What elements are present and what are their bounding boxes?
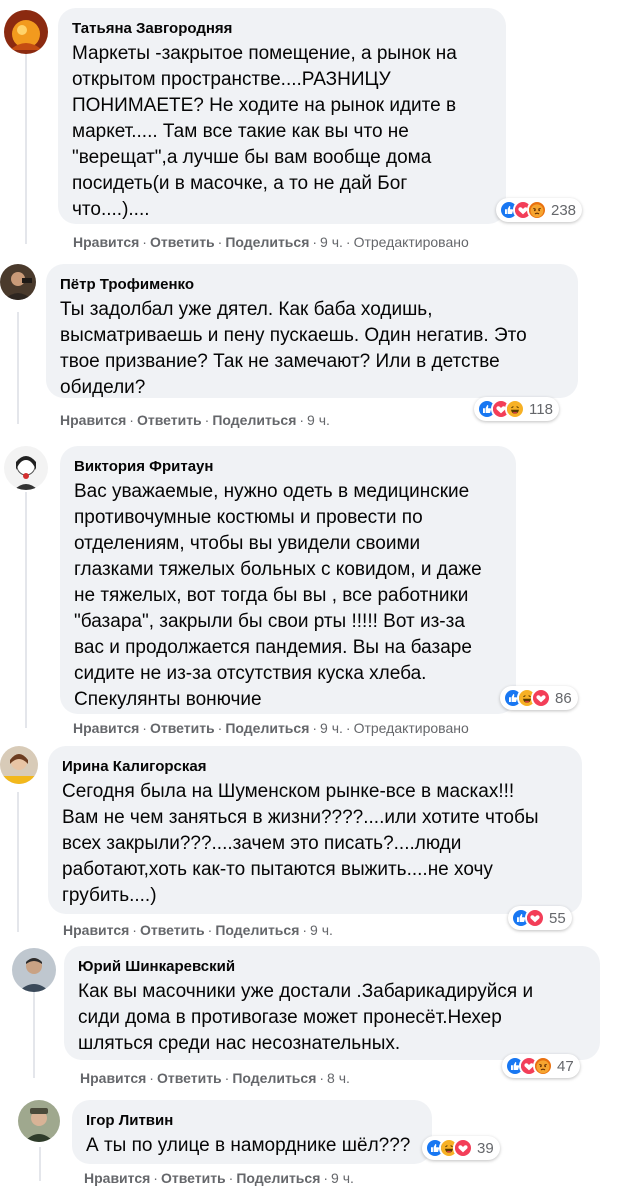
avatar[interactable] — [0, 264, 36, 300]
comment-actions: Нравится · Ответить · Поделиться · 9 ч. — [84, 1170, 354, 1186]
reactions-summary[interactable]: 39 — [422, 1136, 500, 1160]
like-link[interactable]: Нравится — [84, 1170, 150, 1186]
share-link[interactable]: Поделиться — [225, 720, 309, 736]
share-link[interactable]: Поделиться — [236, 1170, 320, 1186]
avatar[interactable] — [18, 1100, 60, 1142]
comment: Пётр Трофименко Ты задолбал уже дятел. К… — [0, 264, 630, 434]
comment-bubble: Виктория Фритаун Вас уважаемые, нужно од… — [60, 446, 516, 714]
comment: Виктория Фритаун Вас уважаемые, нужно од… — [4, 446, 634, 746]
comment-text: Как вы масочники уже достали .Забарикади… — [78, 981, 534, 1054]
comment-text: Ты задолбал уже дятел. Как баба ходишь, … — [60, 299, 527, 398]
edited-label: Отредактировано — [353, 234, 469, 250]
comment: Юрий Шинкаревский Как вы масочники уже д… — [12, 946, 632, 1090]
reaction-count: 39 — [477, 1139, 494, 1157]
comment-time[interactable]: 9 ч. — [310, 922, 333, 938]
reaction-count: 86 — [555, 689, 572, 707]
comment-bubble: Юрий Шинкаревский Как вы масочники уже д… — [64, 946, 600, 1060]
reaction-count: 47 — [557, 1057, 574, 1075]
comment-bubble: Ігор Литвин А ты по улице в наморднике ш… — [72, 1100, 432, 1164]
comment-text: А ты по улице в наморднике шёл??? — [86, 1135, 411, 1156]
haha-reaction-icon — [505, 399, 525, 419]
reply-link[interactable]: Ответить — [150, 720, 215, 736]
comment-bubble: Пётр Трофименко Ты задолбал уже дятел. К… — [46, 264, 578, 398]
reactions-summary[interactable]: 238 — [496, 198, 583, 222]
comment-actions: Нравится · Ответить · Поделиться · 8 ч. — [80, 1070, 350, 1086]
reply-link[interactable]: Ответить — [157, 1070, 222, 1086]
edited-label: Отредактировано — [353, 720, 469, 736]
reply-link[interactable]: Ответить — [140, 922, 205, 938]
like-link[interactable]: Нравится — [80, 1070, 146, 1086]
comment-time[interactable]: 8 ч. — [327, 1070, 350, 1086]
share-link[interactable]: Поделиться — [225, 234, 309, 250]
avatar[interactable] — [4, 10, 48, 54]
comment-time[interactable]: 9 ч. — [307, 412, 330, 428]
reactions-summary[interactable]: 47 — [502, 1054, 580, 1078]
like-link[interactable]: Нравится — [63, 922, 129, 938]
like-link[interactable]: Нравится — [60, 412, 126, 428]
comment-text: Маркеты -закрытое помещение, а рынок на … — [72, 43, 457, 220]
comment-time[interactable]: 9 ч. — [320, 720, 343, 736]
reaction-count: 238 — [551, 201, 577, 219]
avatar[interactable] — [0, 746, 38, 784]
comment-text: Вас уважаемые, нужно одеть в медицинские… — [74, 481, 482, 710]
love-reaction-icon — [453, 1138, 473, 1158]
avatar[interactable] — [4, 446, 48, 490]
comment-author[interactable]: Ирина Калигорская — [62, 757, 568, 777]
comment-time[interactable]: 9 ч. — [331, 1170, 354, 1186]
comment-actions: Нравится · Ответить · Поделиться · 9 ч. — [60, 412, 330, 428]
reactions-summary[interactable]: 118 — [474, 397, 559, 421]
comment-author[interactable]: Пётр Трофименко — [60, 275, 564, 295]
reaction-count: 118 — [529, 400, 553, 418]
comment-author[interactable]: Виктория Фритаун — [74, 457, 502, 477]
reaction-count: 55 — [549, 909, 566, 927]
comment-author[interactable]: Ігор Литвин — [86, 1111, 418, 1131]
comment-actions: Нравится · Ответить · Поделиться · 9 ч. — [63, 922, 333, 938]
comment: Ирина Калигорская Сегодня была на Шуменс… — [0, 746, 630, 942]
comment-bubble: Татьяна Завгородняя Маркеты -закрытое по… — [58, 8, 506, 224]
reactions-summary[interactable]: 86 — [500, 686, 578, 710]
comment-actions: Нравится · Ответить · Поделиться · 9 ч. · Отреда… — [73, 234, 469, 250]
reply-link[interactable]: Ответить — [161, 1170, 226, 1186]
comment-author[interactable]: Татьяна Завгородняя — [72, 19, 492, 39]
like-link[interactable]: Нравится — [73, 720, 139, 736]
angry-reaction-icon — [533, 1056, 553, 1076]
comment-actions: Нравится · Ответить · Поделиться · 9 ч. · Отреда… — [73, 720, 469, 736]
reply-link[interactable]: Ответить — [137, 412, 202, 428]
reactions-summary[interactable]: 55 — [508, 906, 572, 930]
comment-bubble: Ирина Калигорская Сегодня была на Шуменс… — [48, 746, 582, 914]
love-reaction-icon — [525, 908, 545, 928]
comment: Ігор Литвин А ты по улице в наморднике ш… — [18, 1100, 628, 1196]
like-link[interactable]: Нравится — [73, 234, 139, 250]
comment: Татьяна Завгородняя Маркеты -закрытое по… — [4, 8, 634, 258]
love-reaction-icon — [531, 688, 551, 708]
share-link[interactable]: Поделиться — [232, 1070, 316, 1086]
comment-text: Сегодня была на Шуменском рынке-все в ма… — [62, 781, 539, 906]
comment-time[interactable]: 9 ч. — [320, 234, 343, 250]
reply-link[interactable]: Ответить — [150, 234, 215, 250]
angry-reaction-icon — [527, 200, 547, 220]
share-link[interactable]: Поделиться — [215, 922, 299, 938]
avatar[interactable] — [12, 948, 56, 992]
share-link[interactable]: Поделиться — [212, 412, 296, 428]
comment-author[interactable]: Юрий Шинкаревский — [78, 957, 586, 977]
